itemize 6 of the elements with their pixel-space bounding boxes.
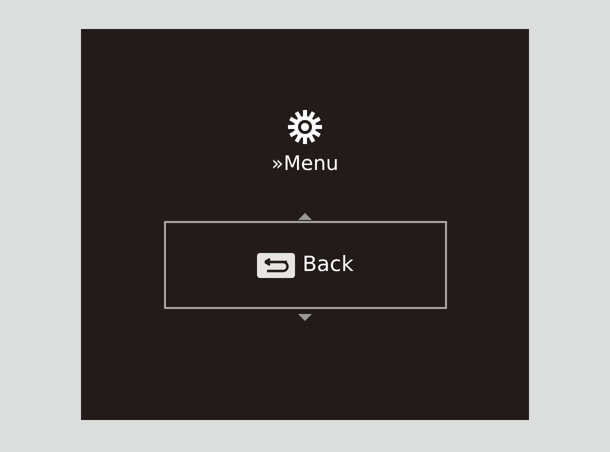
return-icon [256, 252, 294, 278]
down-arrow-icon[interactable] [298, 314, 312, 321]
menu-item[interactable]: Back [164, 221, 446, 309]
menu-title: »Menu [271, 150, 339, 176]
up-arrow-icon[interactable] [298, 213, 312, 220]
gear-icon [287, 109, 323, 145]
